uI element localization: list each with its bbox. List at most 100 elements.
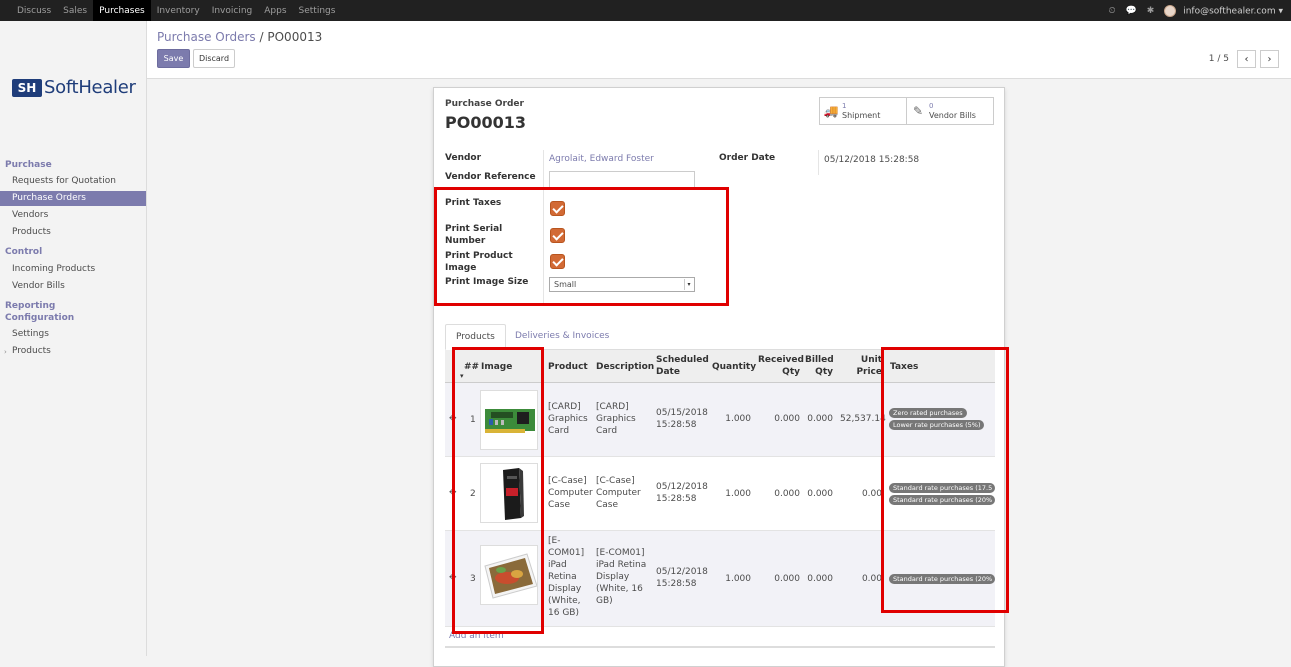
column-product[interactable]: Product: [548, 361, 588, 373]
sidebar-section-purchase: Purchase: [5, 160, 52, 170]
print-taxes-checkbox[interactable]: [550, 201, 565, 216]
menu-settings[interactable]: Settings: [293, 0, 342, 21]
tax-badge: Standard rate purchases (20%: [889, 574, 995, 584]
truck-icon: 🚚: [823, 104, 839, 118]
table-row[interactable]: ✥ 2 [C-Case] Computer Case [C-Case] Compute…: [445, 457, 995, 531]
drag-handle-icon[interactable]: ✥: [449, 488, 457, 498]
shipment-smart-button[interactable]: 🚚 1 Shipment: [819, 97, 907, 125]
quantity: 1.000: [725, 414, 751, 424]
column-description[interactable]: Description: [596, 361, 654, 373]
unit-price: 52,537.14: [840, 414, 886, 424]
vendor-bills-smart-button[interactable]: ✎ 0 Vendor Bills: [906, 97, 994, 125]
sidebar-item-products[interactable]: Products: [0, 225, 146, 240]
control-panel: Purchase Orders / PO00013 Save Discard 1…: [147, 21, 1291, 79]
column-scheduled-date[interactable]: Scheduled Date: [656, 354, 709, 378]
user-menu[interactable]: info@softhealer.com ▾: [1164, 4, 1283, 17]
billed-qty: 0.000: [807, 489, 833, 499]
column-billed-qty[interactable]: Billed Qty: [805, 354, 834, 378]
pager-next-button[interactable]: ›: [1260, 50, 1279, 68]
clock-icon[interactable]: ⏲: [1109, 6, 1116, 16]
pager: 1 / 5 ‹ ›: [1209, 50, 1279, 68]
logo-mark: SH: [12, 79, 42, 97]
order-date-value[interactable]: 05/12/2018 15:28:58: [824, 154, 919, 166]
graphics-card-image: [481, 391, 537, 449]
product-image: [480, 390, 538, 450]
column-taxes[interactable]: Taxes: [890, 361, 918, 373]
product-name: [C-Case] Computer Case: [548, 476, 593, 510]
column-received-qty[interactable]: Received Qty: [758, 354, 804, 378]
menu-sales[interactable]: Sales: [57, 0, 93, 21]
quantity: 1.000: [725, 574, 751, 584]
print-serial-checkbox[interactable]: [550, 228, 565, 243]
caret-down-icon: ▾: [1278, 6, 1283, 16]
bug-icon[interactable]: ✱: [1147, 6, 1155, 16]
drag-handle-icon[interactable]: ✥: [449, 573, 457, 583]
sidebar-item-vendor-bills[interactable]: Vendor Bills: [0, 279, 146, 294]
print-serial-label: Print Serial Number: [445, 224, 503, 246]
scheduled-date: 05/12/2018 15:28:58: [656, 482, 708, 504]
top-navbar: Discuss Sales Purchases Inventory Invoic…: [0, 0, 1291, 21]
tax-badge: Zero rated purchases: [889, 408, 967, 418]
table-row[interactable]: ✥ 1 [CARD] Graphics Card [CARD] Graphics Car…: [445, 383, 995, 457]
print-taxes-label: Print Taxes: [445, 198, 502, 208]
column-image[interactable]: Image: [481, 361, 512, 373]
drag-handle-icon[interactable]: ✥: [449, 414, 457, 424]
menu-discuss[interactable]: Discuss: [11, 0, 57, 21]
menu-apps[interactable]: Apps: [258, 0, 292, 21]
row-number: 3: [470, 574, 476, 584]
vendor-reference-input[interactable]: [549, 171, 695, 189]
breadcrumb-parent[interactable]: Purchase Orders: [157, 30, 256, 44]
sidebar-section-reporting[interactable]: Reporting: [5, 301, 55, 311]
discard-button[interactable]: Discard: [193, 49, 235, 68]
column-number[interactable]: ##: [464, 361, 479, 373]
unit-price: 0.00: [861, 574, 882, 584]
table-row[interactable]: ✥ 3 [E- COM01] iPad Retina Display (White, 16 …: [445, 531, 995, 627]
breadcrumb: Purchase Orders / PO00013: [157, 30, 322, 44]
vendor-reference-label: Vendor Reference: [445, 172, 536, 182]
sidebar-item-vendors[interactable]: Vendors: [0, 208, 146, 223]
breadcrumb-current: PO00013: [267, 30, 323, 44]
pager-previous-button[interactable]: ‹: [1237, 50, 1256, 68]
systray: ⏲ 💬 ✱ info@softhealer.com ▾: [1109, 0, 1283, 21]
print-image-checkbox[interactable]: [550, 254, 565, 269]
dropdown-arrow-icon: ▾: [684, 279, 693, 290]
product-image: [480, 545, 538, 605]
print-image-label: Print Product Image: [445, 251, 513, 273]
shipment-count: 1: [842, 102, 847, 110]
menu-inventory[interactable]: Inventory: [151, 0, 206, 21]
tab-products[interactable]: Products: [445, 324, 506, 350]
column-unit-price[interactable]: Unit Price: [845, 354, 882, 378]
sidebar-item-incoming-products[interactable]: Incoming Products: [0, 262, 146, 277]
vendor-link[interactable]: Agrolait, Edward Foster: [549, 154, 654, 164]
print-image-size-select[interactable]: Small ▾: [549, 277, 695, 292]
main-menu: Discuss Sales Purchases Inventory Invoic…: [0, 0, 341, 21]
vendor-bills-count: 0: [929, 102, 934, 110]
sidebar-item-config-products[interactable]: Products: [0, 344, 146, 359]
logo-text: SoftHealer: [44, 77, 136, 98]
avatar: [1164, 4, 1177, 17]
pager-value[interactable]: 1 / 5: [1209, 54, 1229, 64]
sidebar-item-requests-for-quotation[interactable]: Requests for Quotation: [0, 174, 146, 189]
vendor-label: Vendor: [445, 153, 482, 163]
billed-qty: 0.000: [807, 414, 833, 424]
field-separator: [818, 150, 819, 175]
sidebar-item-settings[interactable]: Settings: [0, 327, 146, 342]
vendor-bills-label: Vendor Bills: [929, 111, 976, 120]
tab-deliveries-invoices[interactable]: Deliveries & Invoices: [505, 324, 619, 350]
sidebar: SH SoftHealer Purchase Requests for Quot…: [0, 21, 147, 656]
add-item-link[interactable]: Add an item: [449, 631, 504, 641]
menu-purchases[interactable]: Purchases: [93, 0, 151, 21]
received-qty: 0.000: [774, 574, 800, 584]
quantity: 1.000: [725, 489, 751, 499]
chat-icon[interactable]: 💬: [1126, 6, 1137, 16]
column-quantity[interactable]: Quantity: [712, 361, 756, 373]
order-lines-header: ## ▾ Image Product Description Scheduled…: [445, 350, 995, 383]
shipment-label: Shipment: [842, 111, 881, 120]
save-button[interactable]: Save: [157, 49, 190, 68]
record-type-label: Purchase Order: [445, 99, 524, 109]
sidebar-item-purchase-orders[interactable]: Purchase Orders: [0, 191, 146, 206]
received-qty: 0.000: [774, 489, 800, 499]
product-description: [E-COM01] iPad Retina Display (White, 16 GB): [596, 548, 647, 606]
menu-invoicing[interactable]: Invoicing: [206, 0, 259, 21]
sidebar-section-configuration: Configuration: [5, 313, 75, 323]
